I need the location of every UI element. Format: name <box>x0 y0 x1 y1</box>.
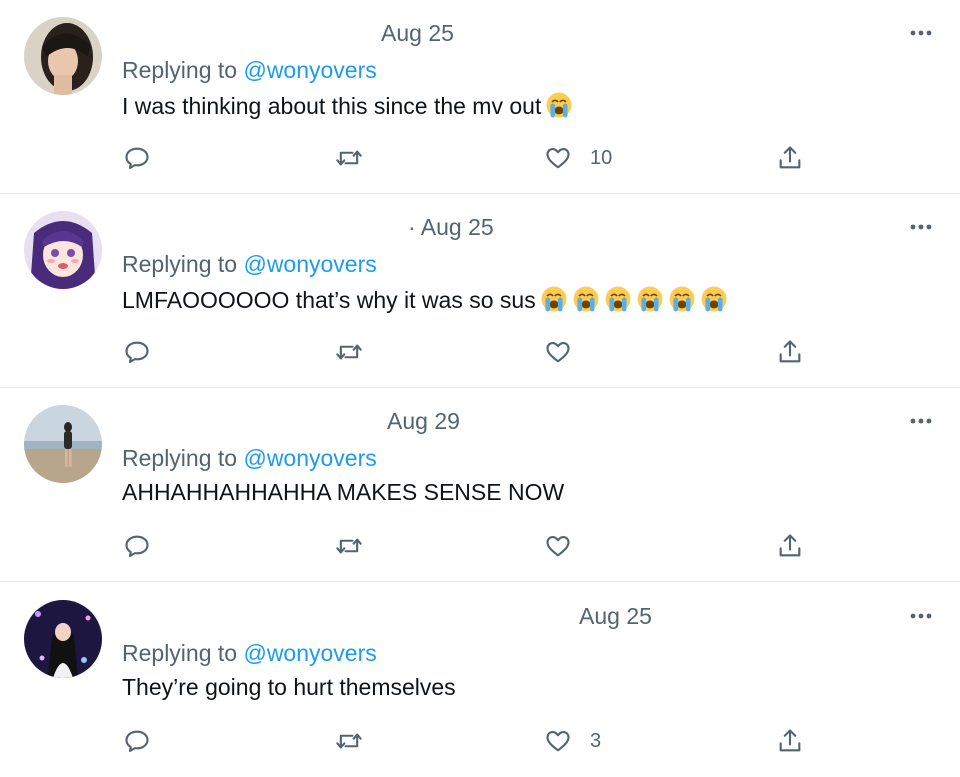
replying-label: Replying to <box>122 640 238 666</box>
loudly-crying-face-icon <box>541 286 567 312</box>
retweet-icon <box>336 538 362 554</box>
retweet-button[interactable] <box>335 337 363 367</box>
tweet-text-content: They’re going to hurt themselves <box>122 674 456 700</box>
like-count: 10 <box>590 146 613 169</box>
retweet-button[interactable] <box>335 531 363 561</box>
tweet-text: LMFAOOOOOO that’s why it was so sus <box>122 285 728 314</box>
loudly-crying-face-icon <box>605 286 631 312</box>
heart-icon <box>546 730 570 752</box>
reply-handle-link[interactable]: @wonyovers <box>243 251 376 277</box>
retweet-button[interactable] <box>335 143 363 173</box>
loudly-crying-face-icon <box>546 92 572 118</box>
share-icon <box>779 729 801 752</box>
loudly-crying-face-icon <box>701 286 727 312</box>
tweet-text-content: LMFAOOOOOO that’s why it was so sus <box>122 287 536 313</box>
retweet-icon <box>336 150 362 166</box>
heart-icon <box>546 147 570 169</box>
reply-button[interactable] <box>123 531 151 561</box>
retweet-icon <box>336 344 362 360</box>
loudly-crying-face-icon <box>637 286 663 312</box>
avatar[interactable] <box>24 405 102 483</box>
share-button[interactable] <box>776 143 804 173</box>
more-options-icon[interactable] <box>908 408 934 434</box>
reply-icon <box>125 535 149 557</box>
tweet-text: AHHAHHAHHAHHA MAKES SENSE NOW <box>122 479 564 506</box>
replying-to: Replying to @wonyovers <box>122 57 377 84</box>
tweet-text: They’re going to hurt themselves <box>122 674 456 701</box>
reply-icon <box>125 730 149 752</box>
share-icon <box>779 146 801 169</box>
avatar-image <box>24 600 102 678</box>
reply-button[interactable] <box>123 726 151 756</box>
replying-to: Replying to @wonyovers <box>122 640 377 667</box>
avatar[interactable] <box>24 211 102 289</box>
tweet-text-content: AHHAHHAHHAHHA MAKES SENSE NOW <box>122 479 565 505</box>
avatar[interactable] <box>24 600 102 678</box>
heart-icon <box>546 535 570 557</box>
like-button[interactable] <box>544 531 572 561</box>
share-icon <box>779 534 801 557</box>
tweet-text: I was thinking about this since the mv o… <box>122 91 573 120</box>
tweet-item[interactable]: · Aug 25 Replying to @wonyovers LMFAOOOO… <box>0 194 960 388</box>
tweet-date[interactable]: Aug 25 <box>381 20 454 47</box>
tweet-date[interactable]: · Aug 25 <box>408 214 494 241</box>
reply-handle-link[interactable]: @wonyovers <box>243 57 376 83</box>
reply-button[interactable] <box>123 143 151 173</box>
share-icon <box>779 340 801 363</box>
tweet-text-content: I was thinking about this since the mv o… <box>122 93 542 119</box>
tweet-date[interactable]: Aug 29 <box>387 408 460 435</box>
retweet-button[interactable] <box>335 726 363 756</box>
replying-to: Replying to @wonyovers <box>122 251 377 278</box>
tweet-date[interactable]: Aug 25 <box>579 603 652 630</box>
like-button[interactable]: 3 <box>544 726 601 756</box>
loudly-crying-face-icon <box>669 286 695 312</box>
tweet-item[interactable]: Aug 29 Replying to @wonyovers AHHAHHAHHA… <box>0 388 960 582</box>
reply-icon <box>125 341 149 363</box>
heart-icon <box>546 341 570 363</box>
share-button[interactable] <box>776 726 804 756</box>
reply-handle-link[interactable]: @wonyovers <box>243 640 376 666</box>
avatar-image <box>24 405 102 483</box>
avatar-image <box>24 211 102 289</box>
loudly-crying-face-icon <box>573 286 599 312</box>
replying-to: Replying to @wonyovers <box>122 445 377 472</box>
avatar-image <box>24 17 102 95</box>
avatar[interactable] <box>24 17 102 95</box>
reply-icon <box>125 147 149 169</box>
tweet-item[interactable]: Aug 25 Replying to @wonyovers They’re go… <box>0 583 960 777</box>
like-button[interactable]: 10 <box>544 143 612 173</box>
share-button[interactable] <box>776 337 804 367</box>
retweet-icon <box>336 733 362 749</box>
replying-label: Replying to <box>122 251 238 277</box>
like-count: 3 <box>590 729 602 752</box>
more-options-icon[interactable] <box>908 20 934 46</box>
like-button[interactable] <box>544 337 572 367</box>
replying-label: Replying to <box>122 445 238 471</box>
share-button[interactable] <box>776 531 804 561</box>
more-options-icon[interactable] <box>908 603 934 629</box>
reply-handle-link[interactable]: @wonyovers <box>243 445 376 471</box>
tweet-item[interactable]: Aug 25 Replying to @wonyovers I was thin… <box>0 0 960 194</box>
more-options-icon[interactable] <box>908 214 934 240</box>
replying-label: Replying to <box>122 57 238 83</box>
reply-button[interactable] <box>123 337 151 367</box>
